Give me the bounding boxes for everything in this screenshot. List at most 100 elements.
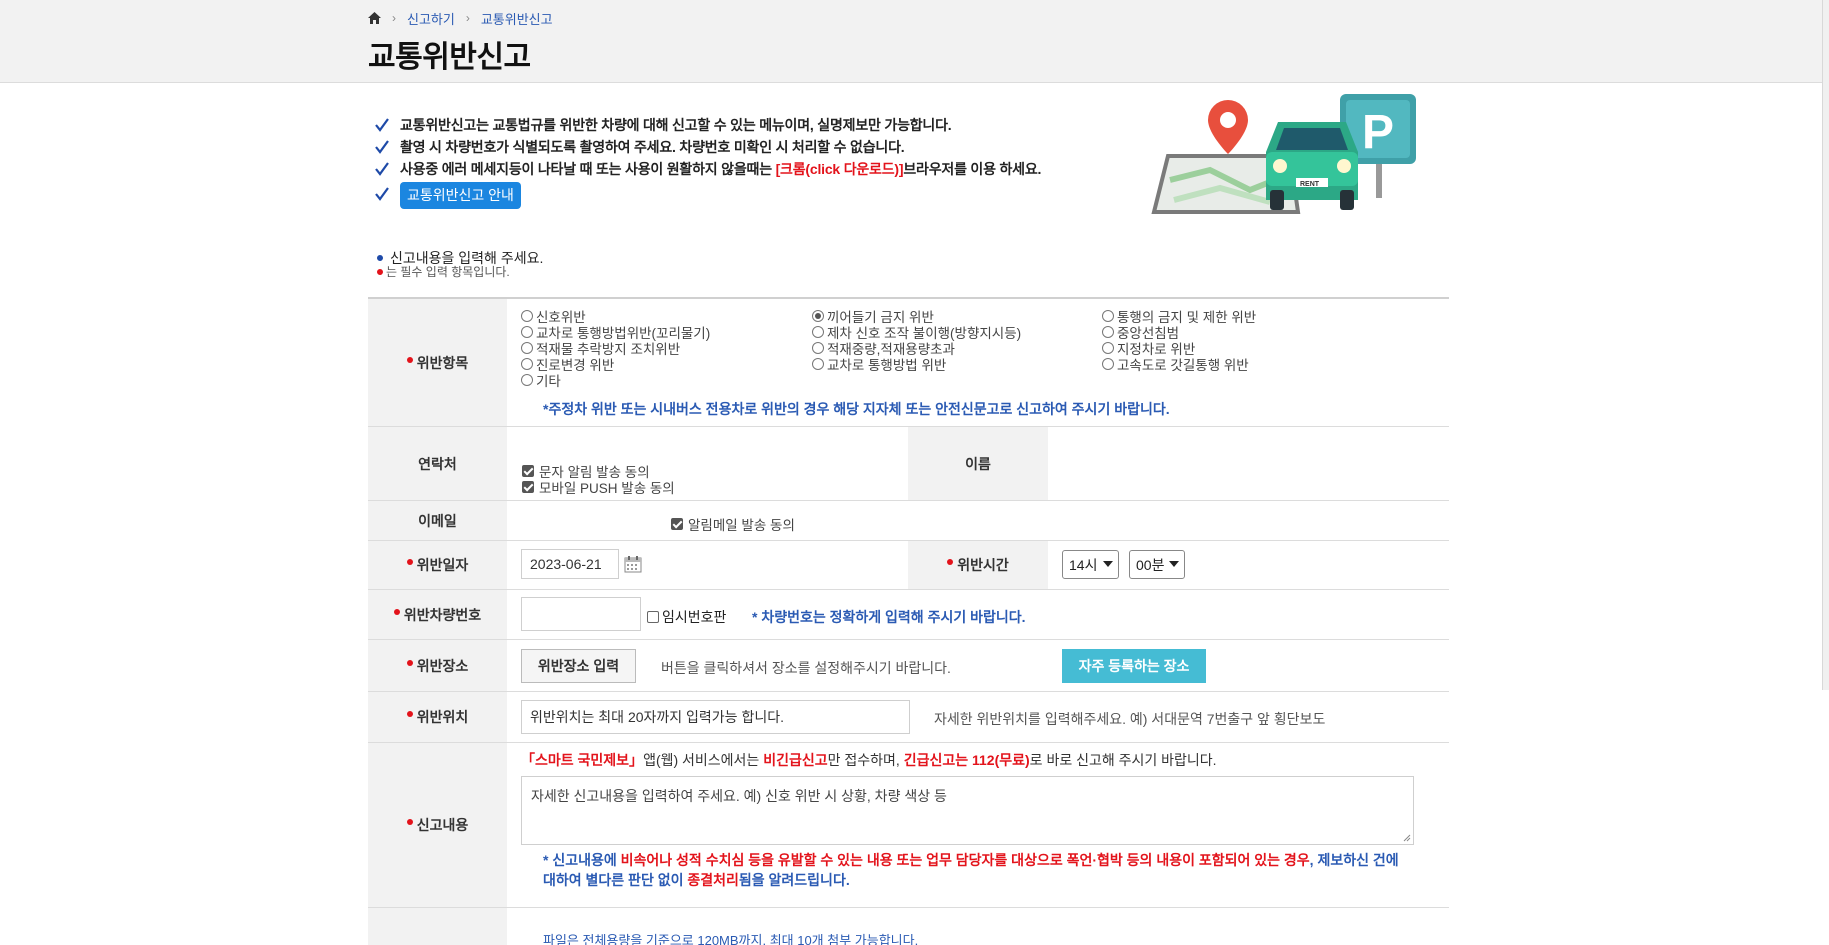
- checkbox-unchecked[interactable]: [647, 611, 659, 623]
- home-icon[interactable]: [367, 11, 381, 25]
- breadcrumb: › 신고하기 › 교통위반신고: [367, 9, 553, 27]
- plate-note: * 차량번호는 정확하게 입력해 주시기 바랍니다.: [752, 609, 1026, 625]
- resize-handle-icon[interactable]: [1402, 833, 1411, 842]
- notice-item: 촬영 시 차량번호가 식별되도록 촬영하여 주세요. 차량번호 미확인 시 처리…: [375, 136, 1095, 158]
- notice-item: 교통위반신고는 교통법규를 위반한 차량에 대해 신고할 수 있는 메뉴이며, …: [375, 114, 1095, 136]
- check-icon: [375, 118, 389, 132]
- warning-red-text: 종결처리: [687, 872, 739, 888]
- radio-circle[interactable]: [1102, 310, 1114, 322]
- radio-circle[interactable]: [812, 326, 824, 338]
- position-field: 위반위치는 최대 20자까지 입력가능 합니다. 자세한 위반위치를 입력해주세…: [507, 692, 1449, 742]
- notice-text: 로 바로 신고해 주시기 바랍니다.: [1029, 752, 1217, 768]
- radio-circle[interactable]: [1102, 326, 1114, 338]
- chevron-down-icon: [1103, 561, 1113, 567]
- push-consent-checkbox[interactable]: 모바일 PUSH 발송 동의: [522, 477, 675, 497]
- warning-text: , 제보하신 건에: [1309, 852, 1399, 868]
- email-consent-checkbox[interactable]: 알림메일 발송 동의: [671, 514, 795, 534]
- attachment-note: 파일은 전체용량을 기준으로 120MB까지, 최대 10개 첨부 가능합니다.: [543, 933, 919, 945]
- check-icon: [375, 162, 389, 176]
- smart-report-text: 「스마트 국민제보」: [521, 752, 644, 768]
- report-form: 위반항목 신호위반 교차로 통행방법위반(꼬리물기) 적재물 추락방지 조치위반…: [368, 297, 1449, 945]
- breadcrumb-item-report[interactable]: 신고하기: [407, 9, 455, 28]
- checkbox-checked[interactable]: [522, 481, 534, 493]
- checkbox-checked[interactable]: [671, 518, 683, 530]
- violation-options: 신호위반 교차로 통행방법위반(꼬리물기) 적재물 추락방지 조치위반 진로변경…: [507, 299, 1449, 426]
- position-hint: 자세한 위반위치를 입력해주세요. 예) 서대문역 7번출구 앞 횡단보도: [934, 711, 1326, 727]
- breadcrumb-item-traffic[interactable]: 교통위반신고: [481, 9, 553, 28]
- label-attachment: [368, 908, 507, 945]
- radio-label: 기타: [536, 374, 561, 389]
- row-contact: 연락처 문자 알림 발송 동의 모바일 PUSH 발송 동의 이름: [368, 427, 1449, 501]
- date-input[interactable]: 2023-06-21: [521, 549, 619, 579]
- label-text: 위반장소: [416, 657, 469, 674]
- checkbox-label: 알림메일 발송 동의: [688, 518, 795, 533]
- emergency-112-text: 긴급신고는 112(무료): [903, 752, 1030, 768]
- radio-circle[interactable]: [812, 358, 824, 370]
- radio-circle[interactable]: [1102, 358, 1114, 370]
- radio-circle[interactable]: [521, 342, 533, 354]
- warning-red-text: 비속어나 성적 수치심 등을 유발할 수 있는 내용 또는 업무 담당자를 대상…: [620, 852, 1310, 868]
- scrollbar-track[interactable]: [1822, 0, 1829, 690]
- select-value: 14시: [1069, 556, 1098, 573]
- notice-text: 사용중 에러 메세지등이 나타날 때 또는 사용이 원활하지 않을때는 [크롬(…: [400, 159, 1041, 179]
- calendar-icon[interactable]: [624, 555, 642, 573]
- required-dot-icon: [393, 608, 400, 615]
- required-dot-icon: [947, 559, 954, 565]
- label-content: 신고내용: [368, 743, 507, 907]
- label-date: 위반일자: [368, 541, 507, 589]
- content-field: 「스마트 국민제보」앱(웹) 서비스에서는 비긴급신고만 접수하며, 긴급신고는…: [507, 743, 1449, 907]
- row-plate: 위반차량번호 임시번호판 * 차량번호는 정확하게 입력해 주시기 바랍니다.: [368, 590, 1449, 640]
- position-input[interactable]: 위반위치는 최대 20자까지 입력가능 합니다.: [521, 700, 910, 734]
- chrome-download-link[interactable]: [크롬(click 다운로드)]: [776, 161, 904, 177]
- notice-text: 앱(웹) 서비스에서는: [643, 752, 764, 768]
- content-textarea[interactable]: 자세한 신고내용을 입력하여 주세요. 예) 신호 위반 시 상황, 차량 색상…: [521, 776, 1414, 845]
- label-email: 이메일: [368, 501, 507, 540]
- notice-list: 교통위반신고는 교통법규를 위반한 차량에 대해 신고할 수 있는 메뉴이며, …: [375, 114, 1095, 210]
- row-position: 위반위치 위반위치는 최대 20자까지 입력가능 합니다. 자세한 위반위치를 …: [368, 692, 1449, 743]
- checkbox-label: 모바일 PUSH 발송 동의: [539, 481, 675, 496]
- location-input-button[interactable]: 위반장소 입력: [521, 649, 636, 683]
- radio-circle[interactable]: [521, 374, 533, 386]
- radio-circle[interactable]: [521, 358, 533, 370]
- location-hint: 버튼을 클릭하셔서 장소를 설정해주시기 바랍니다.: [661, 660, 951, 676]
- label-violation-item: 위반항목: [368, 299, 507, 426]
- check-icon: [375, 187, 389, 201]
- radio-shoulder[interactable]: 고속도로 갓길통행 위반: [1102, 356, 1256, 373]
- label-name: 이름: [908, 427, 1048, 500]
- checkbox-label: 임시번호판: [662, 609, 727, 625]
- radio-label: 고속도로 갓길통행 위반: [1117, 358, 1249, 373]
- minute-select[interactable]: 00분: [1129, 550, 1185, 579]
- notice-text-before: 사용중 에러 메세지등이 나타날 때 또는 사용이 원활하지 않을때는: [400, 161, 776, 177]
- favorite-location-button[interactable]: 자주 등록하는 장소: [1062, 649, 1206, 683]
- label-text: 위반위치: [416, 709, 469, 725]
- info-required: 는 필수 입력 항목입니다.: [377, 263, 510, 280]
- date-field: 2023-06-21: [507, 541, 908, 589]
- radio-circle-selected[interactable]: [812, 310, 824, 322]
- radio-circle[interactable]: [521, 310, 533, 322]
- label-plate: 위반차량번호: [368, 590, 507, 639]
- notice-text: 촬영 시 차량번호가 식별되도록 촬영하여 주세요. 차량번호 미확인 시 처리…: [400, 139, 905, 155]
- notice-item: 교통위반신고 안내: [375, 180, 1095, 210]
- temp-plate-checkbox[interactable]: 임시번호판: [647, 607, 726, 627]
- checkbox-checked[interactable]: [522, 465, 534, 477]
- notice-text-after: 브라우저를 이용 하세요.: [903, 161, 1042, 177]
- chevron-down-icon: [1169, 561, 1179, 567]
- plate-field: 임시번호판 * 차량번호는 정확하게 입력해 주시기 바랍니다.: [507, 590, 1449, 639]
- radio-circle[interactable]: [1102, 342, 1114, 354]
- plate-input[interactable]: [521, 597, 641, 631]
- radio-other[interactable]: 기타: [521, 372, 710, 389]
- radio-circle[interactable]: [812, 342, 824, 354]
- option-col-3: 통행의 금지 및 제한 위반 중앙선침범 지정차로 위반 고속도로 갓길통행 위…: [1102, 308, 1256, 373]
- label-text: 위반항목: [416, 354, 469, 371]
- radio-circle[interactable]: [521, 326, 533, 338]
- notice-item: 사용중 에러 메세지등이 나타날 때 또는 사용이 원활하지 않을때는 [크롬(…: [375, 158, 1095, 180]
- guide-button[interactable]: 교통위반신고 안내: [400, 181, 521, 209]
- row-email: 이메일 알림메일 발송 동의: [368, 501, 1449, 541]
- radio-intersection-method[interactable]: 교차로 통행방법 위반: [812, 356, 1021, 373]
- map-car-parking-icon: P RENT: [1151, 94, 1416, 214]
- row-content: 신고내용 「스마트 국민제보」앱(웹) 서비스에서는 비긴급신고만 접수하며, …: [368, 743, 1449, 908]
- notice-text: 만 접수하며,: [827, 752, 904, 768]
- row-location: 위반장소 위반장소 입력 버튼을 클릭하셔서 장소를 설정해주시기 바랍니다. …: [368, 640, 1449, 692]
- email-field: 알림메일 발송 동의: [507, 501, 1449, 540]
- hour-select[interactable]: 14시: [1062, 550, 1119, 579]
